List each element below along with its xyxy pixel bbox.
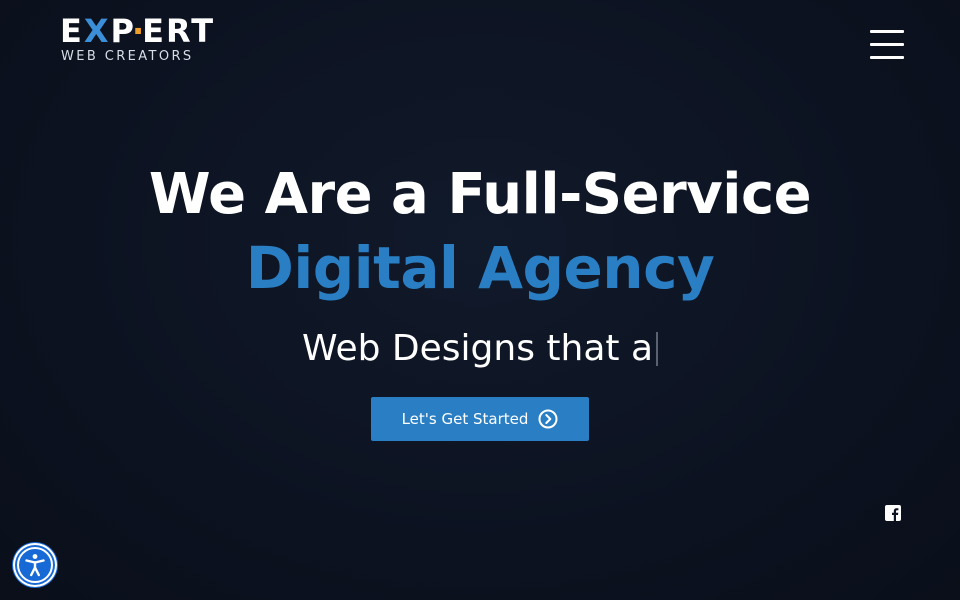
typing-text: Web Designs that a (301, 328, 654, 369)
page: EXP·ERT WEB CREATORS We Are a Full-Servi… (0, 0, 960, 600)
hero-title-line1: We Are a Full-Service (148, 162, 812, 227)
accessibility-icon (17, 547, 53, 583)
get-started-button[interactable]: Let's Get Started (371, 397, 589, 441)
typing-cursor (656, 332, 659, 366)
site-logo[interactable]: EXP·ERT WEB CREATORS (60, 14, 213, 66)
accessibility-button[interactable] (13, 543, 57, 587)
logo-wordmark: EXP·ERT (60, 14, 215, 48)
get-started-label: Let's Get Started (401, 410, 529, 428)
hero-typing-subtitle: Web Designs that a (0, 326, 960, 372)
chevron-right-circle-icon (538, 409, 558, 429)
hamburger-menu-icon[interactable] (868, 30, 906, 62)
logo-text: EXP·ERT (60, 12, 216, 50)
hero-title-line2: Digital Agency (245, 234, 715, 302)
facebook-icon[interactable] (885, 505, 901, 521)
logo-tagline: WEB CREATORS (61, 49, 194, 64)
